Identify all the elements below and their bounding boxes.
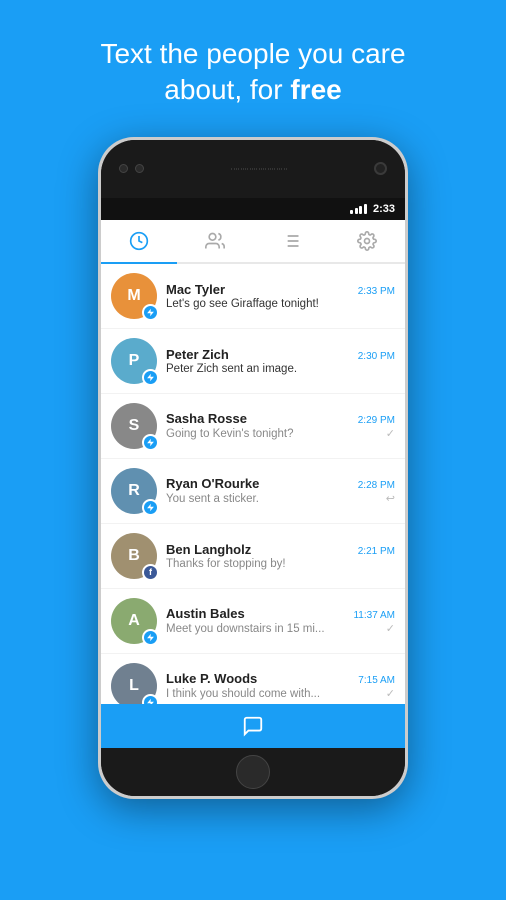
chat-name-mac-tyler: Mac Tyler	[166, 282, 225, 297]
signal-icon	[350, 204, 367, 214]
chat-item-mac-tyler[interactable]: M Mac Tyler 2:33 PMLet's go see Giraffage …	[101, 264, 405, 329]
chat-name-peter-zich: Peter Zich	[166, 347, 229, 362]
avatar-wrapper-ben-langholz: Bf	[111, 533, 157, 579]
status-icon-luke-p-woods: ✓	[386, 687, 395, 700]
speaker-grille	[232, 164, 287, 174]
camera-dot-2	[135, 164, 144, 173]
promo-header: Text the people you care about, for free	[60, 36, 445, 109]
chat-preview-mac-tyler: Let's go see Giraffage tonight!	[166, 298, 395, 310]
avatar-wrapper-austin-bales: A	[111, 598, 157, 644]
badge-ryan-orourke	[142, 499, 159, 516]
tab-recent[interactable]	[101, 220, 177, 264]
chat-item-austin-bales[interactable]: A Austin Bales 11:37 AM Meet you downstairs…	[101, 589, 405, 654]
chat-preview-sasha-rosse: Going to Kevin's tonight?	[166, 428, 382, 440]
chat-content-luke-p-woods: Luke P. Woods 7:15 AM I think you should c…	[166, 671, 395, 700]
chat-time-austin-bales: 11:37 AM	[353, 610, 395, 621]
contacts-icon	[205, 231, 225, 251]
chat-time-ben-langholz: 2:21 PM	[358, 546, 395, 557]
chat-name-luke-p-woods: Luke P. Woods	[166, 671, 257, 686]
tab-bar	[101, 220, 405, 264]
chat-time-peter-zich: 2:30 PM	[358, 351, 395, 362]
tab-contacts[interactable]	[177, 220, 253, 262]
list-icon	[281, 231, 301, 251]
camera-lens	[374, 162, 387, 175]
phone-bottom-bezel	[101, 748, 405, 796]
chat-content-sasha-rosse: Sasha Rosse 2:29 PM Going to Kevin's tonig…	[166, 411, 395, 440]
phone-screen: 2:33	[101, 198, 405, 748]
badge-luke-p-woods	[142, 694, 159, 704]
promo-text: Text the people you care about, for free	[100, 38, 405, 105]
chat-preview-austin-bales: Meet you downstairs in 15 mi...	[166, 623, 382, 635]
status-icon-sasha-rosse: ✓	[386, 427, 395, 440]
tab-list[interactable]	[253, 220, 329, 262]
status-time: 2:33	[373, 203, 395, 215]
chat-preview-ryan-orourke: You sent a sticker.	[166, 493, 382, 505]
camera-dot-1	[119, 164, 128, 173]
home-button[interactable]	[236, 755, 270, 789]
chat-name-austin-bales: Austin Bales	[166, 606, 245, 621]
badge-ben-langholz: f	[142, 564, 159, 581]
chat-content-mac-tyler: Mac Tyler 2:33 PMLet's go see Giraffage t…	[166, 282, 395, 310]
chat-item-ben-langholz[interactable]: Bf Ben Langholz 2:21 PMThanks for stopping…	[101, 524, 405, 589]
avatar-wrapper-mac-tyler: M	[111, 273, 157, 319]
chat-item-sasha-rosse[interactable]: S Sasha Rosse 2:29 PM Going to Kevin's toni…	[101, 394, 405, 459]
chat-time-sasha-rosse: 2:29 PM	[358, 415, 395, 426]
phone-mockup: 2:33	[98, 137, 408, 799]
chat-content-austin-bales: Austin Bales 11:37 AM Meet you downstairs …	[166, 606, 395, 635]
chat-time-mac-tyler: 2:33 PM	[358, 286, 395, 297]
phone-top-bezel	[101, 140, 405, 198]
chat-content-ben-langholz: Ben Langholz 2:21 PMThanks for stopping b…	[166, 542, 395, 570]
chat-preview-peter-zich: Peter Zich sent an image.	[166, 363, 395, 375]
avatar-wrapper-ryan-orourke: R	[111, 468, 157, 514]
status-bar: 2:33	[101, 198, 405, 220]
chat-preview-ben-langholz: Thanks for stopping by!	[166, 558, 395, 570]
chat-content-peter-zich: Peter Zich 2:30 PMPeter Zich sent an imag…	[166, 347, 395, 375]
compose-icon[interactable]	[242, 715, 264, 737]
badge-austin-bales	[142, 629, 159, 646]
badge-mac-tyler	[142, 304, 159, 321]
tab-settings[interactable]	[329, 220, 405, 262]
chat-item-peter-zich[interactable]: P Peter Zich 2:30 PMPeter Zich sent an ima…	[101, 329, 405, 394]
badge-sasha-rosse	[142, 434, 159, 451]
avatar-wrapper-luke-p-woods: L	[111, 663, 157, 704]
phone-body: 2:33	[101, 140, 405, 796]
avatar-wrapper-sasha-rosse: S	[111, 403, 157, 449]
chat-preview-luke-p-woods: I think you should come with...	[166, 688, 382, 700]
avatar-wrapper-peter-zich: P	[111, 338, 157, 384]
chat-name-ryan-orourke: Ryan O'Rourke	[166, 476, 259, 491]
chat-content-ryan-orourke: Ryan O'Rourke 2:28 PM You sent a sticker. ↩	[166, 476, 395, 505]
chat-time-ryan-orourke: 2:28 PM	[358, 480, 395, 491]
badge-peter-zich	[142, 369, 159, 386]
chat-item-ryan-orourke[interactable]: R Ryan O'Rourke 2:28 PM You sent a sticker.…	[101, 459, 405, 524]
chat-name-ben-langholz: Ben Langholz	[166, 542, 251, 557]
chat-item-luke-p-woods[interactable]: L Luke P. Woods 7:15 AM I think you should …	[101, 654, 405, 704]
settings-icon	[357, 231, 377, 251]
clock-icon	[129, 231, 149, 251]
chat-time-luke-p-woods: 7:15 AM	[358, 675, 395, 686]
chat-list: M Mac Tyler 2:33 PMLet's go see Giraffage …	[101, 264, 405, 704]
status-icon-austin-bales: ✓	[386, 622, 395, 635]
status-icon-ryan-orourke: ↩	[386, 492, 395, 505]
chat-name-sasha-rosse: Sasha Rosse	[166, 411, 247, 426]
camera-dots	[119, 164, 144, 173]
messenger-app: M Mac Tyler 2:33 PMLet's go see Giraffage …	[101, 220, 405, 748]
bottom-nav-bar	[101, 704, 405, 748]
